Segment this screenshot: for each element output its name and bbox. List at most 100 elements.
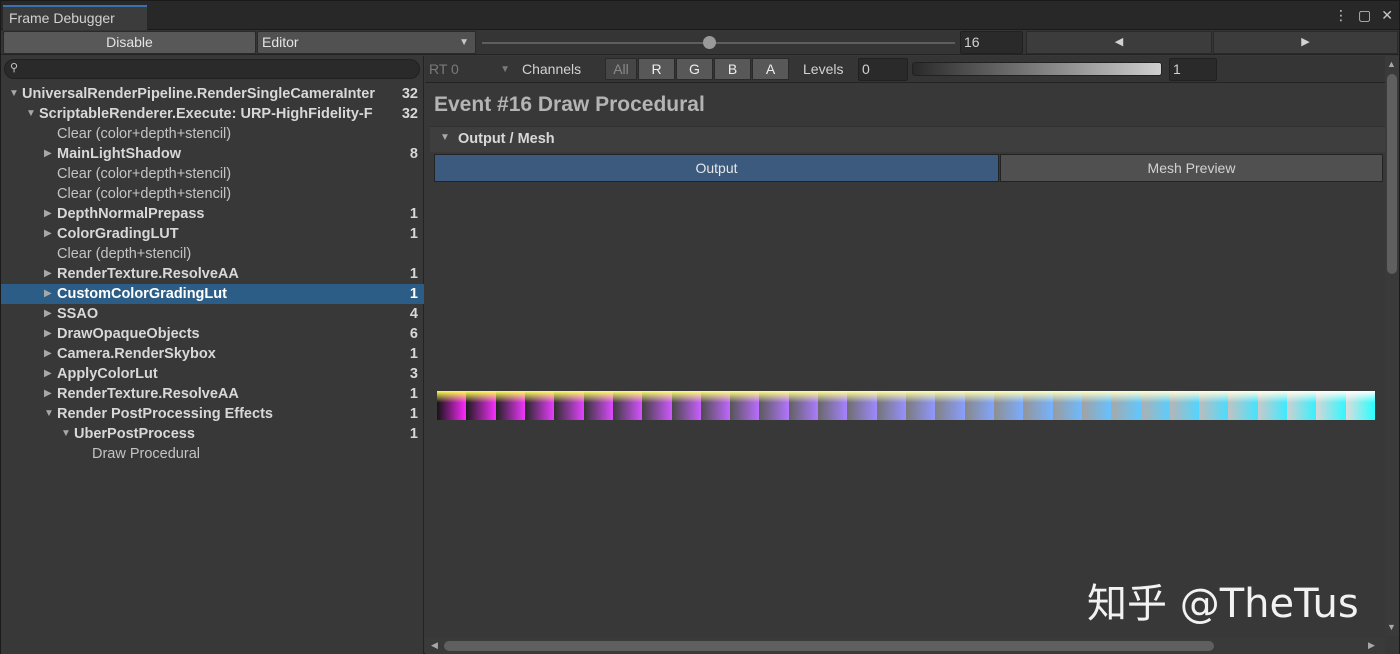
event-slider-track[interactable] xyxy=(482,42,955,44)
collapsed-arrow-icon[interactable]: ▶ xyxy=(44,224,52,244)
tree-row[interactable]: ▶ RenderTexture.ResolveAA 1 xyxy=(1,264,424,284)
tab-mesh-preview[interactable]: Mesh Preview xyxy=(1000,154,1383,182)
tab-frame-debugger[interactable]: Frame Debugger xyxy=(3,5,147,31)
tree-row-label: DrawOpaqueObjects xyxy=(57,326,200,342)
tab-output[interactable]: Output xyxy=(434,154,999,182)
tree-row[interactable]: ▶ DepthNormalPrepass 1 xyxy=(1,204,424,224)
tree-row[interactable]: ▶ MainLightShadow 8 xyxy=(1,144,424,164)
collapsed-arrow-icon[interactable]: ▶ xyxy=(44,304,52,324)
collapsed-arrow-icon[interactable]: ▶ xyxy=(44,344,52,364)
scroll-right-icon[interactable]: ▶ xyxy=(1368,640,1375,651)
vertical-scrollbar[interactable]: ▲ ▼ xyxy=(1385,56,1399,636)
collapsed-arrow-icon[interactable]: ▶ xyxy=(44,284,52,304)
horizontal-scrollbar[interactable]: ◀ ▶ xyxy=(425,638,1385,654)
tree-row[interactable]: ▼ Render PostProcessing Effects 1 xyxy=(1,404,424,424)
lut-slice xyxy=(1257,391,1288,420)
expanded-arrow-icon[interactable]: ▼ xyxy=(9,84,19,104)
tree-row[interactable]: Clear (color+depth+stencil) xyxy=(1,164,424,184)
previous-event-button[interactable]: ◀ xyxy=(1026,31,1212,54)
tree-row-label: SSAO xyxy=(57,306,99,322)
event-index-field[interactable]: 16 xyxy=(960,31,1023,54)
scroll-up-icon[interactable]: ▲ xyxy=(1387,59,1396,69)
lut-slice xyxy=(876,391,906,420)
channel-b-button[interactable]: B xyxy=(714,58,751,80)
tree-row[interactable]: Clear (color+depth+stencil) xyxy=(1,124,424,144)
search-input[interactable]: ⚲ xyxy=(4,59,420,79)
tree-row-label: ColorGradingLUT xyxy=(57,226,179,242)
render-target-dropdown[interactable]: RT 0 ▼ xyxy=(427,58,512,81)
window-controls: ⋮ ▢ ✕ xyxy=(1334,7,1393,23)
expanded-arrow-icon[interactable]: ▼ xyxy=(61,424,71,444)
scroll-down-icon[interactable]: ▼ xyxy=(1387,622,1396,632)
tree-row[interactable]: ▼ ScriptableRenderer.Execute: URP-HighFid… xyxy=(1,104,424,124)
collapsed-arrow-icon[interactable]: ▶ xyxy=(44,264,52,284)
next-event-button[interactable]: ▶ xyxy=(1213,31,1398,54)
expanded-arrow-icon[interactable]: ▼ xyxy=(26,104,36,124)
collapsed-arrow-icon[interactable]: ▶ xyxy=(44,144,52,164)
lut-slice xyxy=(788,391,819,420)
lut-slice xyxy=(993,391,1024,420)
tree-row[interactable]: ▶ ApplyColorLut 3 xyxy=(1,364,424,384)
levels-max-field[interactable]: 1 xyxy=(1169,58,1217,81)
tree-row[interactable]: ▶ SSAO 4 xyxy=(1,304,424,324)
tree-row[interactable]: Draw Procedural xyxy=(1,444,424,464)
collapsed-arrow-icon[interactable]: ▶ xyxy=(44,364,52,384)
render-target-value: RT 0 xyxy=(429,61,459,77)
lut-slice xyxy=(700,391,731,420)
tree-row[interactable]: Clear (depth+stencil) xyxy=(1,244,424,264)
collapsed-arrow-icon[interactable]: ▶ xyxy=(44,324,52,344)
tree-row-count: 3 xyxy=(409,366,418,382)
tree-row[interactable]: ▶ RenderTexture.ResolveAA 1 xyxy=(1,384,424,404)
levels-min-field[interactable]: 0 xyxy=(858,58,908,81)
scroll-left-icon[interactable]: ◀ xyxy=(431,640,438,651)
event-details-panel: RT 0 ▼ Channels All R G B A Levels 0 1 E… xyxy=(425,56,1399,654)
channel-r-button[interactable]: R xyxy=(638,58,675,80)
lut-slice xyxy=(935,391,965,420)
tree-row-count: 1 xyxy=(409,206,418,222)
tree-row-count: 1 xyxy=(409,286,418,302)
tree-row-label: CustomColorGradingLut xyxy=(57,286,227,302)
channels-label: Channels xyxy=(522,61,582,77)
lut-slice xyxy=(495,391,525,420)
tree-row-label: Clear (depth+stencil) xyxy=(57,246,192,262)
channel-all-button[interactable]: All xyxy=(605,58,637,80)
lut-slice xyxy=(759,391,789,420)
tree-row[interactable]: ▼ UniversalRenderPipeline.RenderSingleCam… xyxy=(1,84,424,104)
lut-slice xyxy=(730,391,760,420)
tree-row[interactable]: ▶ DrawOpaqueObjects 6 xyxy=(1,324,424,344)
tree-row[interactable]: ▼ UberPostProcess 1 xyxy=(1,424,424,444)
event-slider-handle[interactable] xyxy=(703,36,716,49)
tree-row-count: 1 xyxy=(409,346,418,362)
tree-row[interactable]: ▶ CustomColorGradingLut 1 xyxy=(1,284,424,304)
expanded-arrow-icon[interactable]: ▼ xyxy=(44,404,54,424)
channel-a-button[interactable]: A xyxy=(752,58,789,80)
tree-row-count: 1 xyxy=(409,426,418,442)
frame-debugger-window: Frame Debugger ⋮ ▢ ✕ Disable Editor ▼ 16… xyxy=(0,0,1400,654)
tree-row-label: UniversalRenderPipeline.RenderSingleCame… xyxy=(22,86,375,102)
tree-row[interactable]: ▶ ColorGradingLUT 1 xyxy=(1,224,424,244)
target-dropdown[interactable]: Editor ▼ xyxy=(257,31,476,54)
lut-slice xyxy=(671,391,701,420)
levels-label: Levels xyxy=(803,61,844,77)
horizontal-scroll-thumb[interactable] xyxy=(444,641,1214,651)
vertical-scroll-thumb[interactable] xyxy=(1387,74,1397,274)
collapsed-arrow-icon[interactable]: ▶ xyxy=(44,384,52,404)
lut-slice xyxy=(964,391,994,420)
lut-slice xyxy=(466,391,496,420)
channel-g-button[interactable]: G xyxy=(676,58,713,80)
maximize-icon[interactable]: ▢ xyxy=(1358,7,1371,23)
lut-slice xyxy=(1169,391,1200,420)
kebab-menu-icon[interactable]: ⋮ xyxy=(1334,7,1348,23)
tree-row[interactable]: Clear (color+depth+stencil) xyxy=(1,184,424,204)
levels-range-slider[interactable] xyxy=(912,62,1162,76)
tree-row-label: MainLightShadow xyxy=(57,146,182,162)
tree-row[interactable]: ▶ Camera.RenderSkybox 1 xyxy=(1,344,424,364)
output-mesh-foldout[interactable]: ▼ Output / Mesh xyxy=(430,126,1385,152)
lut-slice xyxy=(906,391,936,420)
window-tab-bar: Frame Debugger ⋮ ▢ ✕ xyxy=(1,1,1399,31)
close-icon[interactable]: ✕ xyxy=(1381,7,1393,23)
tree-row-count: 8 xyxy=(409,146,418,162)
collapsed-arrow-icon[interactable]: ▶ xyxy=(44,204,52,224)
tree-row-count: 1 xyxy=(409,386,418,402)
disable-button[interactable]: Disable xyxy=(3,31,256,54)
